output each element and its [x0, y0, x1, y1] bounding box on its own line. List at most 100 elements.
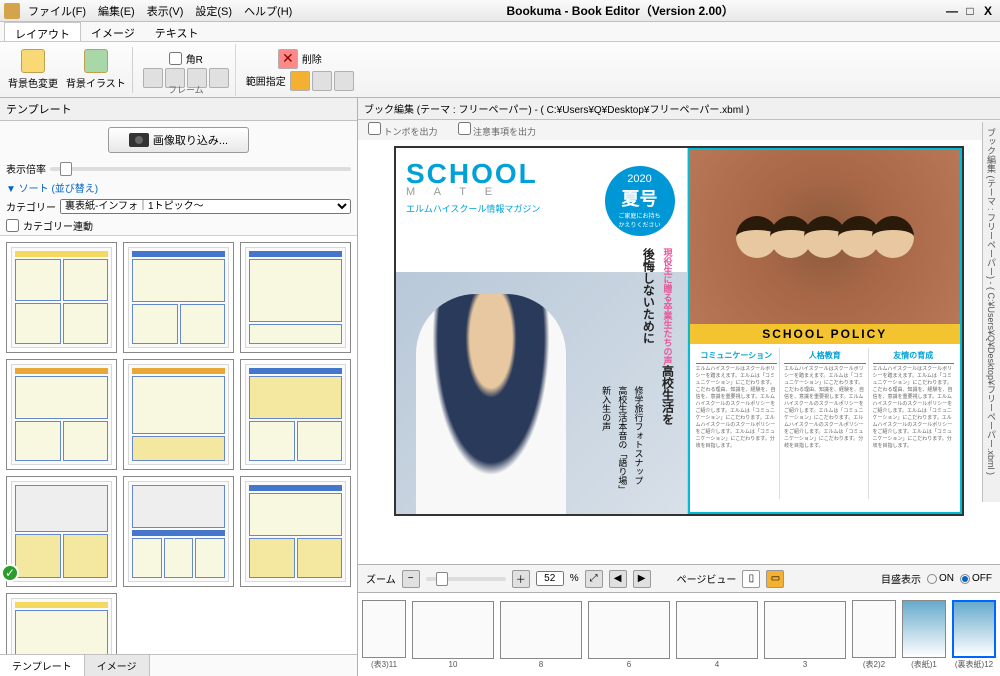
frame-style-4[interactable] — [209, 68, 229, 88]
zoom-bar-slider[interactable] — [426, 577, 506, 581]
prev-page-button[interactable]: ◀ — [609, 570, 627, 588]
sort-toggle[interactable]: ▼ ソート (並び替え) — [0, 178, 357, 197]
bg-illust-button[interactable]: 背景イラスト — [64, 47, 128, 92]
next-page-button[interactable]: ▶ — [633, 570, 651, 588]
bg-illust-icon — [84, 49, 108, 73]
corner-r-label: 角R — [186, 51, 203, 66]
policy-columns: コミュニケーションエルムハイスクールはスクールポリシーを踏まえます。エルムは「コ… — [690, 344, 961, 503]
template-item[interactable] — [240, 359, 351, 470]
issue-badge: 2020 夏号 ご家庭にお持ち かえりください — [605, 166, 675, 236]
import-label: 画像取り込み... — [153, 132, 228, 148]
editor-header: ブック編集 (テーマ : フリーペーパー) - ( C:¥Users¥Q¥Des… — [358, 98, 1000, 120]
ruler-label: 目盛表示 — [881, 571, 921, 586]
delete-icon[interactable]: ✕ — [278, 49, 298, 69]
corner-r-checkbox[interactable] — [169, 52, 182, 65]
template-item[interactable] — [123, 359, 234, 470]
zoom-fit-button[interactable]: ⤢ — [585, 570, 603, 588]
import-images-button[interactable]: 画像取り込み... — [108, 127, 249, 153]
template-item[interactable] — [240, 476, 351, 587]
pageview-label: ページビュー — [677, 571, 737, 586]
range-opt-3[interactable] — [334, 71, 354, 91]
menu-bar: ファイル(F) 編集(E) 表示(V) 設定(S) ヘルプ(H) — [24, 1, 296, 21]
zoom-slider[interactable] — [50, 167, 351, 171]
page-thumb[interactable]: (表紙)1 — [900, 600, 948, 670]
frame-group: 角R フレーム — [137, 44, 236, 96]
menu-settings[interactable]: 設定(S) — [191, 1, 236, 21]
tab-layout[interactable]: レイアウト — [4, 22, 81, 41]
tab-template[interactable]: テンプレート — [0, 655, 85, 676]
selected-check-icon: ✓ — [1, 564, 19, 582]
page-thumb[interactable]: 8 — [498, 601, 584, 669]
tab-image[interactable]: イメージ — [81, 22, 145, 41]
close-button[interactable]: X — [980, 4, 996, 18]
range-label: 範囲指定 — [246, 73, 286, 88]
frame-style-1[interactable] — [143, 68, 163, 88]
titlebar: ファイル(F) 編集(E) 表示(V) 設定(S) ヘルプ(H) Bookuma… — [0, 0, 1000, 22]
template-item[interactable] — [6, 242, 117, 353]
left-panel-tabs: テンプレート イメージ — [0, 654, 357, 676]
notes-checkbox[interactable]: 注意事項を出力 — [458, 122, 537, 138]
panel-title: テンプレート — [0, 98, 357, 121]
zoom-in-button[interactable]: ＋ — [512, 570, 530, 588]
bg-color-icon — [21, 49, 45, 73]
page-left[interactable]: SCHOOL M A T E エルムハイスクール情報マガジン 2020 夏号 ご… — [396, 148, 688, 514]
policy-heading: SCHOOL POLICY — [690, 324, 961, 344]
zoom-out-button[interactable]: − — [402, 570, 420, 588]
menu-edit[interactable]: 編集(E) — [94, 1, 139, 21]
ribbon: 背景色変更 背景イラスト 角R フレーム ✕ 削除 範囲指定 — [0, 42, 1000, 98]
tab-text[interactable]: テキスト — [145, 22, 209, 41]
group-photo — [690, 150, 961, 324]
template-item[interactable] — [240, 242, 351, 353]
menu-view[interactable]: 表示(V) — [143, 1, 188, 21]
template-item[interactable] — [123, 242, 234, 353]
thumbnail-strip: (表3)11 10 8 6 4 3 (表2)2 (表紙)1 (裏表紙)12 — [358, 592, 1000, 676]
page-thumb[interactable]: (表3)11 — [360, 600, 408, 670]
range-group: ✕ 削除 範囲指定 — [240, 44, 360, 96]
template-grid: ✓ — [0, 235, 357, 654]
page-thumb[interactable]: 10 — [410, 601, 496, 669]
bg-color-button[interactable]: 背景色変更 — [6, 47, 60, 92]
bg-color-label: 背景色変更 — [8, 75, 58, 90]
bg-illust-label: 背景イラスト — [66, 75, 126, 90]
ribbon-tabs: レイアウト イメージ テキスト — [0, 22, 1000, 42]
zoom-text: ズーム — [366, 571, 396, 586]
page-thumb[interactable]: 6 — [586, 601, 672, 669]
crop-marks-checkbox[interactable]: トンボを出力 — [368, 122, 438, 138]
window-title: Bookuma - Book Editor（Version 2.00） — [296, 2, 944, 19]
frame-group-label: フレーム — [168, 83, 204, 96]
page-right[interactable]: SCHOOL POLICY コミュニケーションエルムハイスクールはスクールポリシ… — [688, 148, 963, 514]
page-thumb[interactable]: 3 — [762, 601, 848, 669]
tab-image-panel[interactable]: イメージ — [85, 655, 150, 676]
maximize-button[interactable]: □ — [962, 4, 978, 18]
zoom-label: 表示倍率 — [6, 161, 46, 176]
template-item[interactable] — [123, 476, 234, 587]
editor-panel: ブック編集 (テーマ : フリーペーパー) - ( C:¥Users¥Q¥Des… — [358, 98, 1000, 676]
camera-icon — [129, 133, 149, 147]
template-item[interactable] — [6, 359, 117, 470]
page-thumb[interactable]: 4 — [674, 601, 760, 669]
page-spread[interactable]: SCHOOL M A T E エルムハイスクール情報マガジン 2020 夏号 ご… — [394, 146, 964, 516]
ruler-on-radio[interactable]: ON — [927, 573, 954, 584]
range-opt-1[interactable] — [290, 71, 310, 91]
menu-file[interactable]: ファイル(F) — [24, 1, 90, 21]
category-select[interactable]: 裏表紙-インフォ｜1トピック～ — [60, 199, 351, 214]
app-icon — [4, 3, 20, 19]
canvas[interactable]: SCHOOL M A T E エルムハイスクール情報マガジン 2020 夏号 ご… — [358, 140, 1000, 564]
menu-help[interactable]: ヘルプ(H) — [240, 1, 296, 21]
delete-label: 削除 — [302, 51, 322, 66]
pageview-spread-button[interactable]: ▭ — [766, 570, 784, 588]
template-item[interactable] — [6, 593, 117, 654]
page-thumb-selected[interactable]: (裏表紙)12 — [950, 600, 998, 670]
zoom-value-input[interactable] — [536, 571, 564, 586]
category-label: カテゴリー — [6, 199, 56, 214]
pageview-single-button[interactable]: ▯ — [742, 570, 760, 588]
side-tab[interactable]: ブック編集 (テーマ : フリーペーパー) - ( C:¥Users¥Q¥Des… — [982, 122, 1000, 502]
ruler-off-radio[interactable]: OFF — [960, 573, 992, 584]
page-thumb[interactable]: (表2)2 — [850, 600, 898, 670]
range-opt-2[interactable] — [312, 71, 332, 91]
template-panel: テンプレート 画像取り込み... 表示倍率 ▼ ソート (並び替え) カテゴリー… — [0, 98, 358, 676]
template-item[interactable]: ✓ — [6, 476, 117, 587]
minimize-button[interactable]: — — [944, 4, 960, 18]
category-link-checkbox[interactable] — [6, 219, 19, 232]
side-text-vertical: 修学旅行フォトスナップ 高校生活本音の「語り場」 新入生の声 — [598, 386, 647, 494]
